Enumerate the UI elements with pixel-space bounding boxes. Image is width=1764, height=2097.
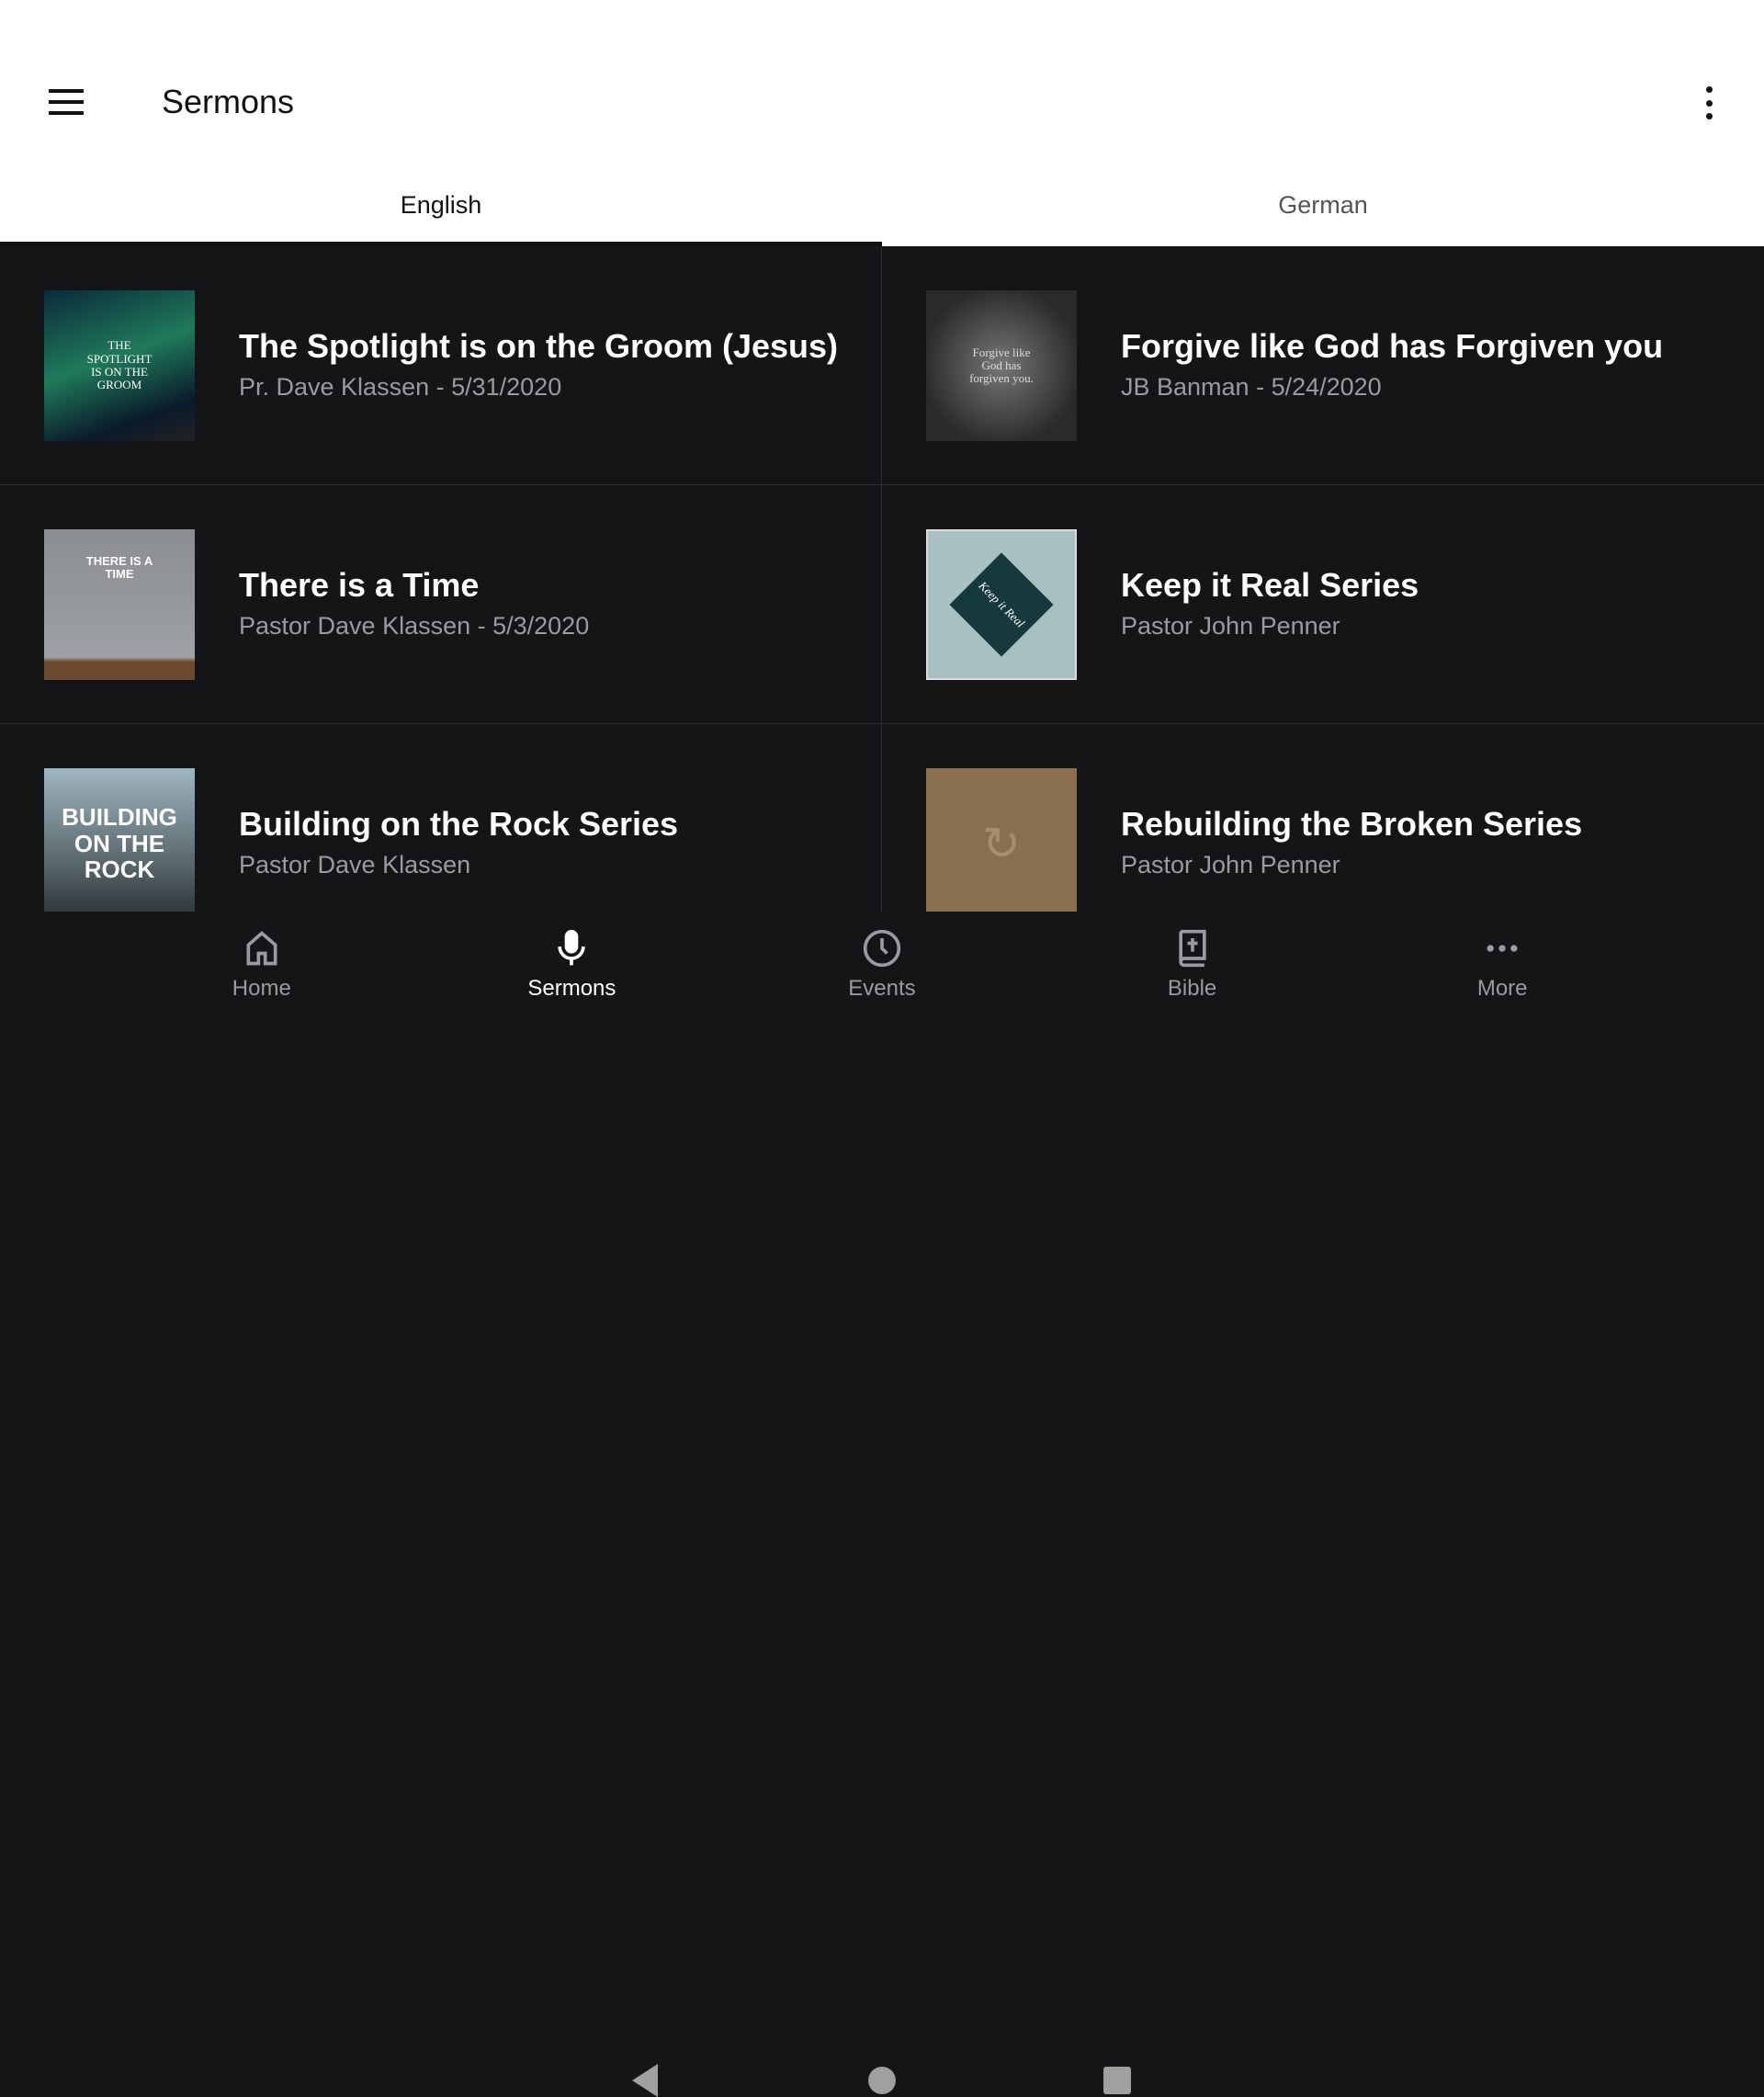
bible-icon <box>1178 929 1206 968</box>
back-icon[interactable] <box>630 2064 660 2097</box>
tab-english[interactable]: English <box>0 175 882 246</box>
microphone-icon <box>558 929 586 966</box>
nav-sermons[interactable]: Sermons <box>417 912 728 1020</box>
home-icon <box>246 931 277 966</box>
sermon-subtitle: Pastor Dave Klassen <box>239 851 471 878</box>
sermon-item[interactable]: THE SPOTLIGHT IS ON THE GROOM The Spotli… <box>0 246 882 485</box>
more-horizontal-icon <box>1487 945 1518 952</box>
sermon-subtitle: Pastor Dave Klassen - 5/3/2020 <box>239 612 590 640</box>
nav-bible[interactable]: Bible <box>1037 912 1348 1020</box>
sermon-title: Rebuilding the Broken Series <box>1121 805 1583 843</box>
logo-icon: ↻ <box>982 817 1021 869</box>
system-navigation-bar <box>0 1020 1764 2097</box>
nav-home[interactable]: Home <box>107 912 417 1020</box>
menu-icon[interactable] <box>49 89 84 115</box>
sermon-thumbnail: BUILDING ON THE ROCK <box>44 768 195 912</box>
tab-german[interactable]: German <box>882 175 1764 246</box>
sermon-item[interactable]: BUILDING ON THE ROCK Building on the Roc… <box>0 724 882 912</box>
sermon-subtitle: Pastor John Penner <box>1121 612 1340 640</box>
clock-icon <box>863 929 901 968</box>
sermon-subtitle: JB Banman - 5/24/2020 <box>1121 373 1382 401</box>
sermon-thumbnail: ↻ <box>926 768 1077 912</box>
sermon-thumbnail: THE SPOTLIGHT IS ON THE GROOM <box>44 290 195 441</box>
sermon-thumbnail: THERE IS A TIME <box>44 529 195 680</box>
nav-events[interactable]: Events <box>727 912 1037 1020</box>
sermon-thumbnail: Keep it Real <box>926 529 1077 680</box>
sermon-title: Keep it Real Series <box>1121 566 1419 604</box>
language-tabs: English German <box>0 175 1764 246</box>
sermon-title: Forgive like God has Forgiven you <box>1121 327 1664 365</box>
sermon-title: The Spotlight is on the Groom (Jesus) <box>239 327 839 365</box>
recents-icon[interactable] <box>1102 2064 1132 2097</box>
sermon-item[interactable]: THERE IS A TIME There is a Time Pastor D… <box>0 485 882 724</box>
sermon-item[interactable]: Keep it Real Keep it Real Series Pastor … <box>882 485 1764 724</box>
nav-more[interactable]: More <box>1347 912 1657 1020</box>
overflow-menu-icon[interactable] <box>1702 86 1716 119</box>
sermon-item[interactable]: Forgive like God has forgiven you. Forgi… <box>882 246 1764 485</box>
sermon-subtitle: Pr. Dave Klassen - 5/31/2020 <box>239 373 562 401</box>
home-button-icon[interactable] <box>867 2064 897 2097</box>
page-title: Sermons <box>162 83 295 120</box>
sermon-subtitle: Pastor John Penner <box>1121 851 1340 878</box>
app-bar: Sermons <box>0 0 1764 175</box>
sermon-thumbnail: Forgive like God has forgiven you. <box>926 290 1077 441</box>
sermon-item[interactable]: ↻ Rebuilding the Broken Series Pastor Jo… <box>882 724 1764 912</box>
sermon-title: There is a Time <box>239 566 480 604</box>
bottom-navigation: Home Sermons Events Bible More <box>0 912 1764 1020</box>
sermon-title: Building on the Rock Series <box>239 805 679 843</box>
sermon-list[interactable]: THE SPOTLIGHT IS ON THE GROOM The Spotli… <box>0 246 1764 912</box>
